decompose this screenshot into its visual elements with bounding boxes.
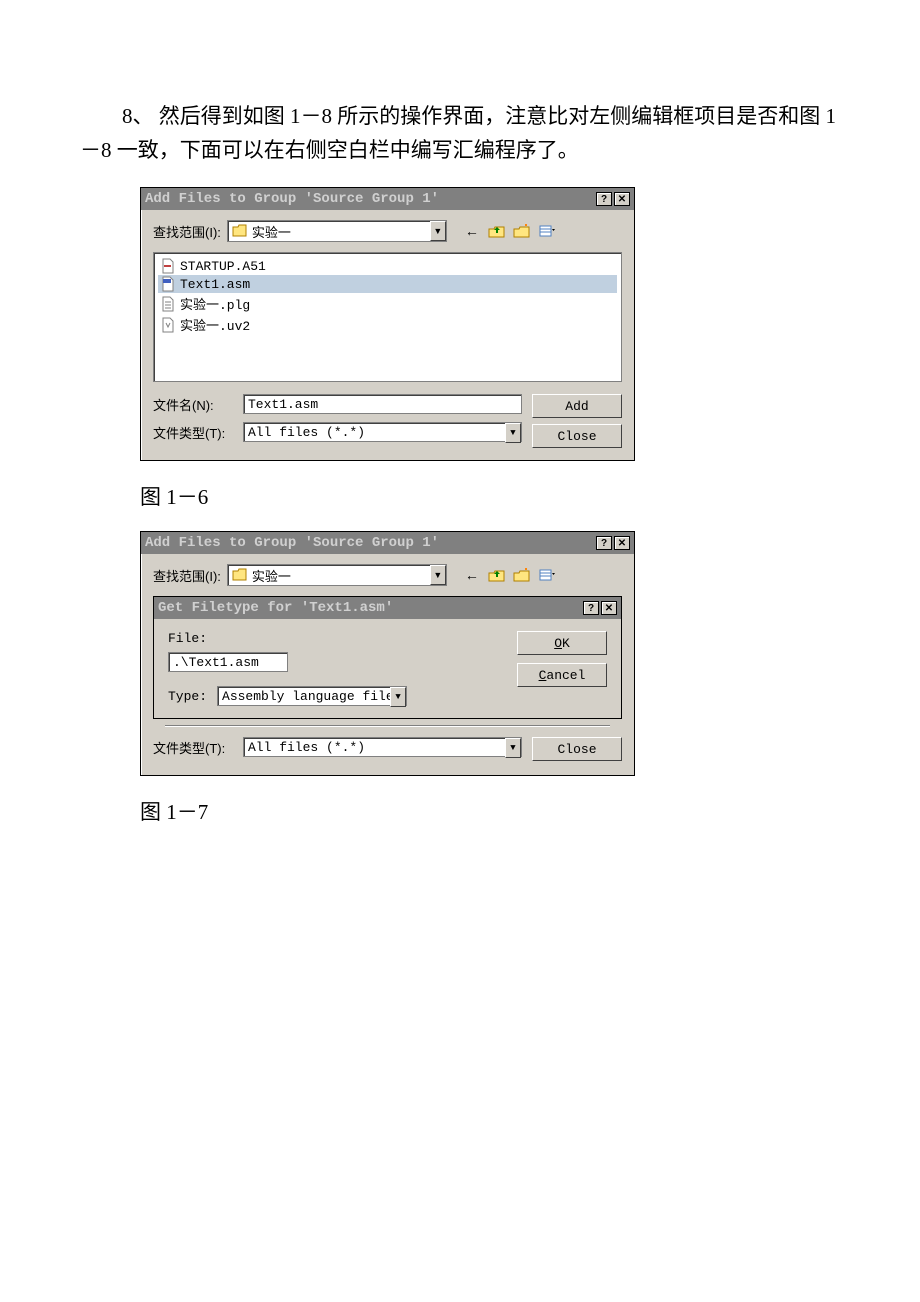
lookin-row: 查找范围(I): 实验一 ▼ ← xyxy=(153,564,622,586)
chevron-down-icon[interactable]: ▼ xyxy=(505,738,521,758)
filetype-label: 文件类型(T): xyxy=(153,423,243,442)
titlebar-buttons: ? ✕ xyxy=(583,601,617,615)
type-select[interactable]: Assembly language file ▼ xyxy=(217,686,407,706)
back-icon[interactable]: ← xyxy=(461,564,483,586)
add-files-dialog: Add Files to Group 'Source Group 1' ? ✕ … xyxy=(140,187,635,461)
new-folder-icon[interactable] xyxy=(511,564,533,586)
dialog-title: Add Files to Group 'Source Group 1' xyxy=(145,191,439,207)
titlebar: Add Files to Group 'Source Group 1' ? ✕ xyxy=(141,532,634,554)
list-item[interactable]: Text1.asm xyxy=(158,275,617,293)
chevron-down-icon[interactable]: ▼ xyxy=(430,221,446,241)
lookin-label: 查找范围(I): xyxy=(153,566,221,585)
back-icon[interactable]: ← xyxy=(461,220,483,242)
lookin-row: 查找范围(I): 实验一 ▼ ← xyxy=(153,220,622,242)
filename-label: 文件名(N): xyxy=(153,395,243,414)
add-button[interactable]: Add xyxy=(532,394,622,418)
nav-toolbar: ← xyxy=(461,564,558,586)
filename-input[interactable]: Text1.asm xyxy=(243,394,522,414)
add-files-dialog-2: Add Files to Group 'Source Group 1' ? ✕ … xyxy=(140,531,635,776)
file-name: STARTUP.A51 xyxy=(180,259,266,274)
cancel-button[interactable]: Cancel xyxy=(517,663,607,687)
list-item[interactable]: 实验一.plg xyxy=(158,293,617,314)
list-item[interactable]: 实验一.uv2 xyxy=(158,314,617,335)
help-button[interactable]: ? xyxy=(596,536,612,550)
type-label: Type: xyxy=(168,689,207,704)
filetype-label: 文件类型(T): xyxy=(153,738,243,757)
file-icon xyxy=(160,296,176,312)
figure-1-6: Add Files to Group 'Source Group 1' ? ✕ … xyxy=(140,187,840,461)
file-label: File: xyxy=(168,631,503,646)
close-icon[interactable]: ✕ xyxy=(614,192,630,206)
file-icon xyxy=(160,276,176,292)
caption-1-7: 图 1－7 xyxy=(140,796,840,826)
lookin-value: 实验一 xyxy=(252,222,291,241)
filetype-select[interactable]: All files (*.*) ▼ xyxy=(243,422,522,442)
lookin-select[interactable]: 实验一 ▼ xyxy=(227,564,447,586)
titlebar-buttons: ? ✕ xyxy=(596,192,630,206)
folder-icon xyxy=(232,568,248,582)
chevron-down-icon[interactable]: ▼ xyxy=(505,423,521,443)
dialog-title: Add Files to Group 'Source Group 1' xyxy=(145,535,439,551)
new-folder-icon[interactable] xyxy=(511,220,533,242)
folder-icon xyxy=(232,224,248,238)
close-button[interactable]: Close xyxy=(532,737,622,761)
lookin-select[interactable]: 实验一 ▼ xyxy=(227,220,447,242)
file-name: Text1.asm xyxy=(180,277,250,292)
lookin-value: 实验一 xyxy=(252,566,291,585)
file-icon xyxy=(160,258,176,274)
titlebar-buttons: ? ✕ xyxy=(596,536,630,550)
view-menu-icon[interactable] xyxy=(536,220,558,242)
close-icon[interactable]: ✕ xyxy=(614,536,630,550)
file-name: 实验一.plg xyxy=(180,294,250,313)
caption-1-6: 图 1－6 xyxy=(140,481,840,511)
file-name: 实验一.uv2 xyxy=(180,315,250,334)
view-menu-icon[interactable] xyxy=(536,564,558,586)
paragraph-text: 8、 然后得到如图 1－8 所示的操作界面，注意比对左侧编辑框项目是否和图 1－… xyxy=(80,100,840,167)
close-button[interactable]: Close xyxy=(532,424,622,448)
help-button[interactable]: ? xyxy=(583,601,599,615)
chevron-down-icon[interactable]: ▼ xyxy=(430,565,446,585)
ok-button[interactable]: OK xyxy=(517,631,607,655)
help-button[interactable]: ? xyxy=(596,192,612,206)
up-folder-icon[interactable] xyxy=(486,564,508,586)
nav-toolbar: ← xyxy=(461,220,558,242)
file-field[interactable]: .\Text1.asm xyxy=(168,652,288,672)
close-icon[interactable]: ✕ xyxy=(601,601,617,615)
filetype-select[interactable]: All files (*.*) ▼ xyxy=(243,737,522,757)
lookin-label: 查找范围(I): xyxy=(153,222,221,241)
list-item[interactable]: STARTUP.A51 xyxy=(158,257,617,275)
titlebar: Get Filetype for 'Text1.asm' ? ✕ xyxy=(154,597,621,619)
up-folder-icon[interactable] xyxy=(486,220,508,242)
get-filetype-dialog: Get Filetype for 'Text1.asm' ? ✕ File: .… xyxy=(153,596,622,719)
chevron-down-icon[interactable]: ▼ xyxy=(390,687,406,707)
titlebar: Add Files to Group 'Source Group 1' ? ✕ xyxy=(141,188,634,210)
file-icon xyxy=(160,317,176,333)
dialog-title: Get Filetype for 'Text1.asm' xyxy=(158,600,393,616)
file-list[interactable]: STARTUP.A51 Text1.asm 实验一.plg xyxy=(153,252,622,382)
figure-1-7: Add Files to Group 'Source Group 1' ? ✕ … xyxy=(140,531,840,776)
divider xyxy=(165,725,610,727)
